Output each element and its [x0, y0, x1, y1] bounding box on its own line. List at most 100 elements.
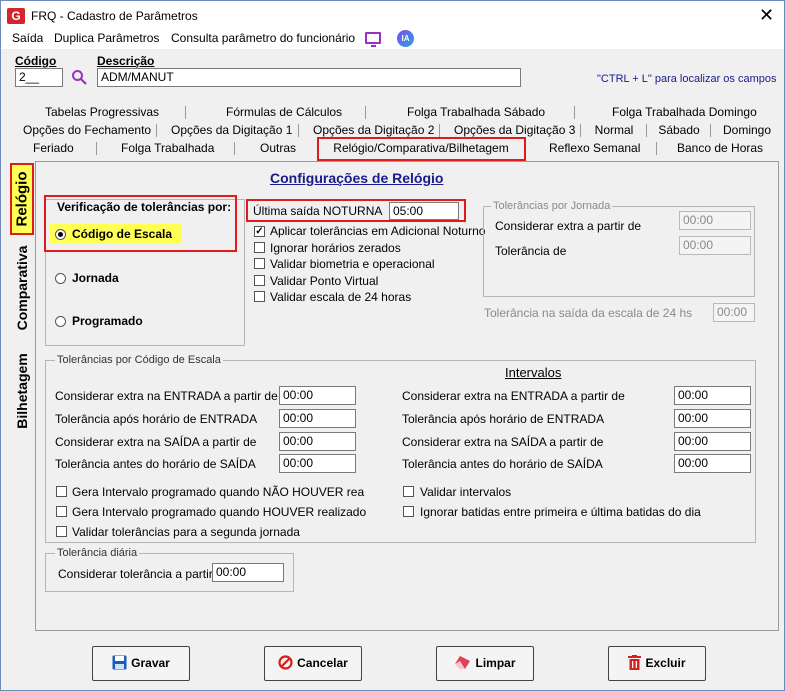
codigo-label: Código	[15, 54, 57, 68]
saida-24h-input[interactable]: 00:00	[713, 303, 755, 322]
tab-folga-domingo[interactable]: Folga Trabalhada Domingo	[612, 103, 757, 121]
highlight-box-tab	[317, 137, 526, 161]
escala-left-input-2[interactable]: 00:00	[279, 432, 356, 451]
tab-separator	[439, 124, 440, 137]
limpar-button[interactable]: Limpar	[436, 646, 534, 681]
tab-tabelas-progressivas[interactable]: Tabelas Progressivas	[45, 103, 159, 121]
escala-right-label-2: Considerar extra na SAÍDA a partir de	[402, 435, 604, 449]
title-bar: G FRQ - Cadastro de Parâmetros ✕	[1, 1, 784, 31]
menu-item-consulta[interactable]: Consulta parâmetro do funcionário	[171, 31, 355, 45]
escala-left-input-3[interactable]: 00:00	[279, 454, 356, 473]
check-validar-intervalos-label: Validar intervalos	[420, 485, 512, 499]
tab-formulas-calculos[interactable]: Fórmulas de Cálculos	[226, 103, 342, 121]
escala-right-input-1[interactable]: 00:00	[674, 409, 751, 428]
escala-right-input-2[interactable]: 00:00	[674, 432, 751, 451]
vtab-relogio[interactable]: Relógio	[10, 163, 34, 235]
main-window: G FRQ - Cadastro de Parâmetros ✕ Saída D…	[0, 0, 785, 691]
tab-folga-trabalhada[interactable]: Folga Trabalhada	[121, 139, 214, 157]
tab-folga-sabado[interactable]: Folga Trabalhada Sábado	[407, 103, 545, 121]
tab-separator	[656, 142, 657, 155]
tab-separator	[298, 124, 299, 137]
tab-feriado[interactable]: Feriado	[33, 139, 74, 157]
gravar-button[interactable]: Gravar	[92, 646, 190, 681]
check-gera-intervalo-nao-houver-label: Gera Intervalo programado quando NÃO HOU…	[72, 485, 365, 499]
escala-left-label-2: Considerar extra na SAÍDA a partir de	[55, 435, 257, 449]
cancelar-button-label: Cancelar	[297, 656, 348, 670]
tab-sabado[interactable]: Sábado	[657, 121, 701, 139]
tab-opcoes-digitacao-1[interactable]: Opções da Digitação 1	[171, 121, 292, 139]
descricao-input[interactable]: ADM/MANUT	[97, 68, 521, 87]
check-segunda-jornada[interactable]	[56, 526, 67, 537]
tab-reflexo-semanal[interactable]: Reflexo Semanal	[549, 139, 640, 157]
monitor-icon[interactable]	[365, 32, 381, 47]
check-gera-intervalo-houver-label: Gera Intervalo programado quando HOUVER …	[72, 505, 367, 519]
cancelar-button[interactable]: Cancelar	[264, 646, 362, 681]
descricao-label: Descrição	[97, 54, 155, 68]
check-adicional-noturno[interactable]: ✓	[254, 226, 265, 237]
tab-opcoes-fechamento[interactable]: Opções do Fechamento	[23, 121, 151, 139]
ultima-saida-label: Última saída NOTURNA	[253, 204, 383, 218]
escala-left-label-1: Tolerância após horário de ENTRADA	[55, 412, 258, 426]
jornada-extra-input[interactable]: 00:00	[679, 211, 751, 230]
excluir-button[interactable]: Excluir	[608, 646, 706, 681]
radio-codigo-escala-label: Código de Escala	[72, 227, 173, 241]
tab-outras[interactable]: Outras	[259, 139, 297, 157]
menu-item-saida[interactable]: Saída	[12, 31, 43, 45]
check-escala-24h[interactable]	[254, 291, 265, 302]
jornada-extra-label: Considerar extra a partir de	[495, 219, 642, 233]
escala-left-label-3: Tolerância antes do horário de SAÍDA	[55, 457, 256, 471]
escala-right-label-3: Tolerância antes do horário de SAÍDA	[402, 457, 603, 471]
check-ponto-virtual[interactable]	[254, 275, 265, 286]
verificacao-title: Verificação de tolerâncias por:	[57, 200, 232, 214]
escala-right-label-0: Considerar extra na ENTRADA a partir de	[402, 389, 625, 403]
tab-separator	[574, 106, 575, 119]
check-gera-intervalo-houver[interactable]	[56, 506, 67, 517]
tab-separator	[234, 142, 235, 155]
excluir-button-label: Excluir	[645, 656, 686, 670]
tab-banco-horas[interactable]: Banco de Horas	[677, 139, 763, 157]
vtab-comparativa[interactable]: Comparativa	[10, 237, 34, 339]
escala-right-input-0[interactable]: 00:00	[674, 386, 751, 405]
close-icon[interactable]: ✕	[759, 5, 774, 25]
codigo-input[interactable]: 2__	[15, 68, 63, 87]
cancel-icon	[278, 655, 293, 670]
escala-left-input-0[interactable]: 00:00	[279, 386, 356, 405]
jornada-tolerancia-input[interactable]: 00:00	[679, 236, 751, 255]
tab-separator	[185, 106, 186, 119]
diaria-input[interactable]: 00:00	[212, 563, 284, 582]
radio-programado[interactable]	[55, 316, 66, 327]
check-ignorar-batidas-label: Ignorar batidas entre primeira e última …	[420, 505, 701, 519]
window-title: FRQ - Cadastro de Parâmetros	[31, 9, 198, 23]
search-icon[interactable]	[71, 69, 87, 85]
escala-left-input-1[interactable]: 00:00	[279, 409, 356, 428]
limpar-button-label: Limpar	[475, 656, 516, 670]
tab-normal[interactable]: Normal	[593, 121, 635, 139]
check-gera-intervalo-nao-houver[interactable]	[56, 486, 67, 497]
jornada-tolerancia-label: Tolerância de	[495, 244, 567, 258]
tab-domingo[interactable]: Domingo	[722, 121, 772, 139]
ia-assistant-icon[interactable]: IA	[397, 30, 414, 47]
shortcut-hint: "CTRL + L" para localizar os campos	[597, 73, 777, 85]
radio-jornada[interactable]	[55, 273, 66, 284]
check-ignorar-zerados-label: Ignorar horários zerados	[270, 241, 401, 255]
check-ignorar-batidas[interactable]	[403, 506, 414, 517]
tab-separator	[365, 106, 366, 119]
vtab-comparativa-label: Comparativa	[14, 245, 30, 331]
tab-separator	[710, 124, 711, 137]
vtab-relogio-label: Relógio	[13, 171, 31, 227]
check-ignorar-zerados[interactable]	[254, 242, 265, 253]
escala-right-input-3[interactable]: 00:00	[674, 454, 751, 473]
vtab-bilhetagem[interactable]: Bilhetagem	[10, 343, 34, 439]
escala-left-label-0: Considerar extra na ENTRADA a partir de	[55, 389, 278, 403]
check-validar-intervalos[interactable]	[403, 486, 414, 497]
menu-item-duplica[interactable]: Duplica Parâmetros	[54, 31, 159, 45]
radio-codigo-escala[interactable]	[55, 229, 66, 240]
check-adicional-noturno-label: Aplicar tolerâncias em Adicional Noturno	[270, 224, 486, 238]
check-validar-biometria-label: Validar biometria e operacional	[270, 257, 435, 271]
check-validar-biometria[interactable]	[254, 258, 265, 269]
ultima-saida-input[interactable]: 05:00	[389, 202, 459, 220]
check-escala-24h-label: Validar escala de 24 horas	[270, 290, 412, 304]
config-title: Configurações de Relógio	[270, 170, 444, 186]
saida-24h-label: Tolerância na saída da escala de 24 hs	[484, 306, 693, 320]
escala-group-title: Tolerâncias por Código de Escala	[55, 354, 223, 366]
